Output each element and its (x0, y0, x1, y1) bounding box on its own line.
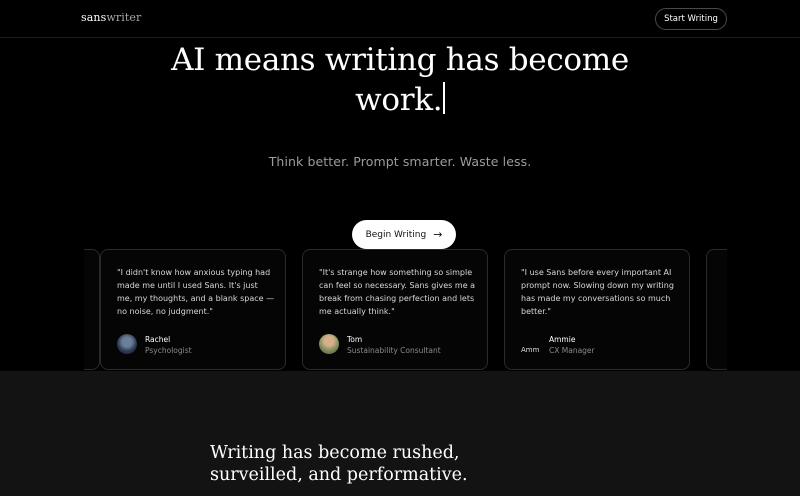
testimonial-carousel[interactable]: "I didn't know how anxious typing had ma… (84, 249, 727, 371)
testimonial-card-partial-right (706, 249, 727, 370)
testimonial-name: Ammie (549, 335, 576, 344)
testimonial-name: Tom (347, 335, 363, 344)
logo-sans: sans (81, 11, 107, 24)
testimonial-card-partial-left (84, 249, 100, 370)
testimonial-role: CX Manager (549, 346, 595, 355)
section-heading: Writing has become rushed, surveilled, a… (210, 443, 468, 485)
hero-title-line1: AI means writing has become (171, 42, 629, 78)
testimonial-role: Psychologist (145, 346, 192, 355)
testimonial-role: Sustainability Consultant (347, 346, 441, 355)
start-writing-button[interactable]: Start Writing (655, 8, 727, 30)
avatar: Amm (521, 346, 540, 354)
top-nav: sanswriter Start Writing (0, 0, 800, 38)
hero-title: AI means writing has become work. (0, 40, 800, 120)
testimonial-quote: "I use Sans before every important AI pr… (521, 268, 674, 316)
begin-writing-button[interactable]: Begin Writing → (352, 220, 456, 249)
avatar (319, 334, 339, 354)
hero-subtitle: Think better. Prompt smarter. Waste less… (268, 154, 532, 169)
testimonial-name: Rachel (145, 335, 171, 344)
testimonial-quote: "I didn't know how anxious typing had ma… (117, 268, 275, 316)
text-caret (443, 82, 445, 114)
hero-title-line2: work. (355, 82, 443, 118)
testimonial-quote: "It's strange how something so simple ca… (319, 268, 476, 316)
arrow-right-icon: → (433, 228, 443, 241)
logo-writer: writer (106, 11, 142, 24)
begin-writing-label: Begin Writing (365, 229, 427, 240)
testimonial-card: "I use Sans before every important AI pr… (504, 249, 690, 370)
logo[interactable]: sanswriter (81, 11, 141, 24)
testimonial-card: "I didn't know how anxious typing had ma… (100, 249, 286, 370)
avatar (117, 334, 137, 354)
hero-title-line2-wrap: work. (0, 80, 800, 120)
problem-section: Writing has become rushed, surveilled, a… (0, 371, 800, 496)
testimonial-card: "It's strange how something so simple ca… (302, 249, 488, 370)
